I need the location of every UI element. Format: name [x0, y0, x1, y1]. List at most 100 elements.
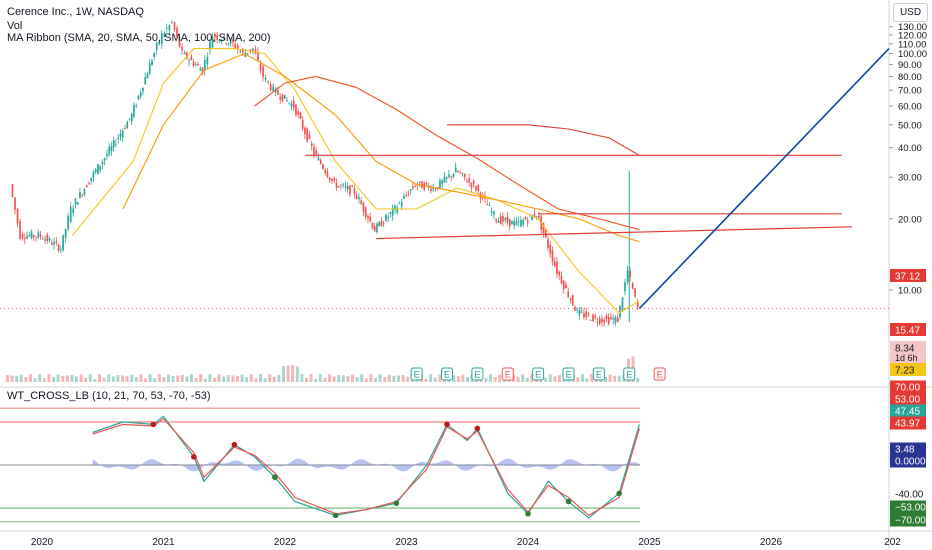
- candle-body: [328, 177, 331, 181]
- volume-bar: [245, 377, 249, 382]
- candle-body: [616, 317, 619, 323]
- candle-body: [310, 143, 313, 147]
- candle-body: [463, 173, 466, 178]
- candle-body: [409, 189, 412, 191]
- candle-body: [567, 291, 570, 298]
- volume-bar: [47, 374, 51, 382]
- price-tick-label: 20.00: [898, 214, 922, 225]
- earnings-marker-label: E: [626, 370, 632, 380]
- volume-bar: [392, 375, 396, 382]
- price-tick-label: 70.00: [898, 86, 922, 97]
- osc-cross-dot: [332, 512, 339, 519]
- candle-body: [83, 188, 86, 195]
- osc-axis-badge-label: 43.97: [895, 419, 920, 430]
- volume-bar: [121, 375, 124, 382]
- volume-bar: [305, 377, 308, 382]
- projection-trend-line: [638, 48, 890, 310]
- volume-bar: [199, 374, 203, 382]
- price-axis-countdown: 1d 6h: [895, 353, 918, 363]
- candle-body: [511, 220, 513, 225]
- oscillator-label: WT_CROSS_LB (10, 21, 70, 53, -70, -53): [7, 390, 211, 402]
- volume-bar: [295, 366, 299, 382]
- candle-body: [313, 147, 315, 155]
- candle-body: [279, 96, 282, 100]
- candle-body: [97, 164, 99, 175]
- osc-axis-badge-label: 53.00: [895, 395, 920, 406]
- volume-bar: [236, 375, 239, 382]
- candle-body: [277, 90, 279, 95]
- volume-bar: [33, 378, 37, 382]
- year-tick-label: 2025: [638, 537, 661, 548]
- candle-body: [319, 160, 322, 164]
- candle-body: [587, 314, 590, 315]
- candle-body: [259, 64, 262, 71]
- candle-body: [490, 211, 493, 213]
- candle-body: [92, 171, 95, 178]
- chart-title: Cerence Inc., 1W, NASDAQ: [7, 6, 144, 18]
- volume-bar: [585, 378, 589, 382]
- volume-bar: [125, 375, 129, 382]
- candle-body: [522, 219, 525, 225]
- price-tick-label: 80.00: [898, 72, 922, 83]
- candle-body: [351, 186, 354, 188]
- candle-body: [81, 194, 84, 196]
- candle-body: [358, 197, 360, 200]
- candle-body: [72, 208, 75, 214]
- candle-body: [418, 181, 421, 183]
- volume-bar: [167, 374, 170, 382]
- candle-body: [405, 195, 408, 196]
- candle-body: [592, 314, 594, 322]
- candle-body: [168, 25, 171, 31]
- candle-body: [553, 261, 556, 266]
- candle-body: [378, 222, 381, 227]
- candle-body: [367, 216, 369, 219]
- candle-body: [110, 146, 113, 151]
- candle-body: [594, 315, 597, 318]
- candle-body: [60, 249, 62, 251]
- candle-body: [28, 235, 31, 237]
- volume-bar: [318, 374, 322, 382]
- candle-body: [53, 241, 55, 245]
- candle-body: [14, 197, 16, 210]
- candle-body: [292, 100, 295, 108]
- volume-bar: [337, 375, 341, 382]
- candle-body: [612, 318, 615, 320]
- volume-bar: [438, 374, 442, 382]
- candle-body: [85, 185, 88, 188]
- volume-bar: [180, 375, 184, 382]
- volume-label: Vol: [7, 20, 23, 32]
- volume-bar: [208, 374, 212, 382]
- candle-body: [583, 313, 585, 318]
- year-tick-label: 2022: [274, 537, 297, 548]
- candle-body: [51, 243, 53, 245]
- candle-body: [301, 120, 304, 129]
- candle-body: [515, 220, 518, 225]
- currency-button[interactable]: USD: [893, 3, 928, 22]
- volume-bar: [378, 374, 382, 382]
- candle-body: [16, 209, 19, 224]
- candle-body: [607, 317, 610, 324]
- candle-body: [524, 217, 527, 220]
- candle-body: [252, 48, 254, 51]
- candle-body: [295, 104, 297, 116]
- candle-body: [560, 275, 563, 284]
- volume-bar: [15, 375, 19, 382]
- earnings-marker-label: E: [596, 370, 602, 380]
- candle-body: [181, 46, 183, 51]
- candle-body: [355, 195, 358, 199]
- year-tick-label: 2026: [760, 537, 783, 548]
- candle-body: [33, 235, 35, 237]
- osc-axis-badge-label: 70.00: [895, 383, 920, 394]
- candle-body: [400, 202, 403, 207]
- volume-bar: [268, 374, 272, 382]
- candle-body: [94, 169, 97, 173]
- candle-body: [396, 207, 399, 214]
- volume-bar: [56, 374, 60, 382]
- volume-bar: [636, 377, 640, 382]
- candle-body: [636, 302, 639, 308]
- osc-cross-dot: [272, 474, 278, 480]
- candle-body: [470, 182, 473, 188]
- osc-axis-badge-label: 0.0000: [895, 457, 926, 468]
- candle-body: [535, 216, 538, 218]
- volume-bar: [576, 377, 580, 382]
